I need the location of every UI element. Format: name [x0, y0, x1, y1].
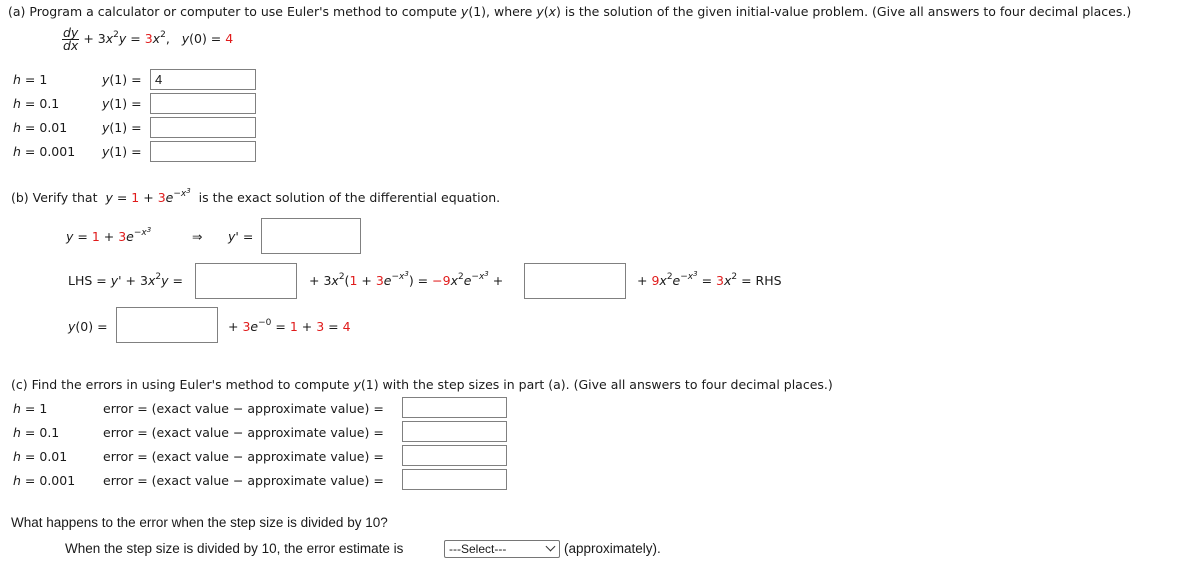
- error-answer-h0.1[interactable]: [402, 421, 507, 442]
- text: 3: [157, 190, 166, 205]
- rhs-expression: + 9x2e−x3 = 3x2 = RHS: [637, 270, 782, 288]
- y1-answer-h1[interactable]: [150, 69, 256, 90]
- step-size-label: h = 0.01: [13, 449, 68, 464]
- step-size-label: h = 0.1: [13, 425, 60, 440]
- error-label: error = (exact value − approximate value…: [103, 473, 384, 488]
- y1-label: y(1) =: [102, 120, 142, 135]
- y0-answer[interactable]: [116, 307, 218, 343]
- error-label: error = (exact value − approximate value…: [103, 449, 384, 464]
- text: (1) with the step sizes in part (a). (Gi…: [360, 377, 833, 392]
- y1-label: y(1) =: [102, 96, 142, 111]
- dy-dx-fraction: dy dx: [62, 26, 80, 53]
- chevron-down-icon: [545, 541, 556, 552]
- part-b-instruction: (b) Verify that y = 1 + 3e−x3 is the exa…: [11, 187, 501, 205]
- yprime-label: y' =: [228, 229, 254, 244]
- text: y: [105, 190, 113, 205]
- ic-value: 4: [225, 31, 234, 46]
- select-value: ---Select---: [449, 542, 507, 556]
- h-value: = 0.001: [24, 144, 76, 159]
- text: 1: [131, 190, 140, 205]
- y1-answer-h0.001[interactable]: [150, 141, 256, 162]
- y0-tail-expression: + 3e−0 = 1 + 3 = 4: [228, 318, 351, 334]
- part-a-instruction: (a) Program a calculator or computer to …: [8, 4, 1131, 19]
- step-size-label: h = 1: [13, 72, 47, 87]
- text: is the exact solution of the differentia…: [198, 190, 501, 205]
- text: x: [548, 4, 557, 19]
- step-size-label: h = 0.001: [13, 144, 75, 159]
- step-size-label: h = 1: [13, 401, 48, 416]
- h-symbol: h: [13, 144, 21, 159]
- second-answer[interactable]: [524, 263, 626, 299]
- ic-label: y: [181, 31, 190, 46]
- y0-label: y(0) =: [68, 319, 108, 334]
- y1-answer-h0.1[interactable]: [150, 93, 256, 114]
- text: 3: [186, 187, 191, 195]
- error-answer-h1[interactable]: [402, 397, 507, 418]
- error-answer-h0.001[interactable]: [402, 469, 507, 490]
- text: −x: [173, 189, 187, 199]
- h-symbol: h: [13, 120, 21, 135]
- lhs-answer[interactable]: [195, 263, 297, 299]
- step-size-label: h = 0.1: [13, 96, 59, 111]
- text: ) is the solution of the given initial-v…: [556, 4, 1132, 19]
- y1-answer-h0.01[interactable]: [150, 117, 256, 138]
- h-value: = 0.01: [24, 120, 68, 135]
- h-value: = 0.1: [24, 96, 60, 111]
- text: y: [536, 4, 544, 19]
- rhs-coefficient: 3: [144, 31, 153, 46]
- step-size-label: h = 0.001: [13, 473, 76, 488]
- lhs-label: LHS = y' + 3x2y =: [68, 272, 183, 288]
- text: (b) Verify that: [11, 190, 98, 205]
- h-value: = 1: [24, 72, 48, 87]
- error-behavior-select[interactable]: ---Select---: [444, 540, 560, 558]
- part-c-instruction: (c) Find the errors in using Euler's met…: [11, 377, 833, 392]
- rhs-exponent: 2: [160, 30, 166, 40]
- ivp-equation: dy dx + 3x2y = 3x2, y(0) = 4: [62, 25, 234, 53]
- answer-sentence-prefix: When the step size is divided by 10, the…: [65, 541, 404, 556]
- text: +: [143, 190, 154, 205]
- error-answer-h0.01[interactable]: [402, 445, 507, 466]
- equation-lhs: + 3x2y =: [83, 30, 141, 46]
- implies-arrow: ⇒: [192, 229, 203, 244]
- answer-sentence-suffix: (approximately).: [564, 541, 661, 556]
- text: =: [116, 190, 128, 205]
- y1-label: y(1) =: [102, 72, 142, 87]
- fraction-denominator: dx: [63, 38, 79, 53]
- text: (a) Program a calculator or computer to …: [8, 4, 461, 19]
- text: y: [353, 377, 361, 392]
- text: (c) Find the errors in using Euler's met…: [11, 377, 354, 392]
- text: (1), where: [468, 4, 537, 19]
- step-size-label: h = 0.01: [13, 120, 67, 135]
- y1-label: y(1) =: [102, 144, 142, 159]
- lhs-middle-expression: + 3x2(1 + 3e−x3) = −9x2e−x3 +: [309, 270, 504, 288]
- solution-expression: y = 1 + 3e−x3: [66, 226, 152, 244]
- h-symbol: h: [13, 72, 21, 87]
- error-label: error = (exact value − approximate value…: [103, 425, 384, 440]
- yprime-answer[interactable]: [261, 218, 361, 254]
- error-question: What happens to the error when the step …: [11, 515, 388, 530]
- h-symbol: h: [13, 96, 21, 111]
- rhs-variable: x: [152, 31, 161, 46]
- error-label: error = (exact value − approximate value…: [103, 401, 384, 416]
